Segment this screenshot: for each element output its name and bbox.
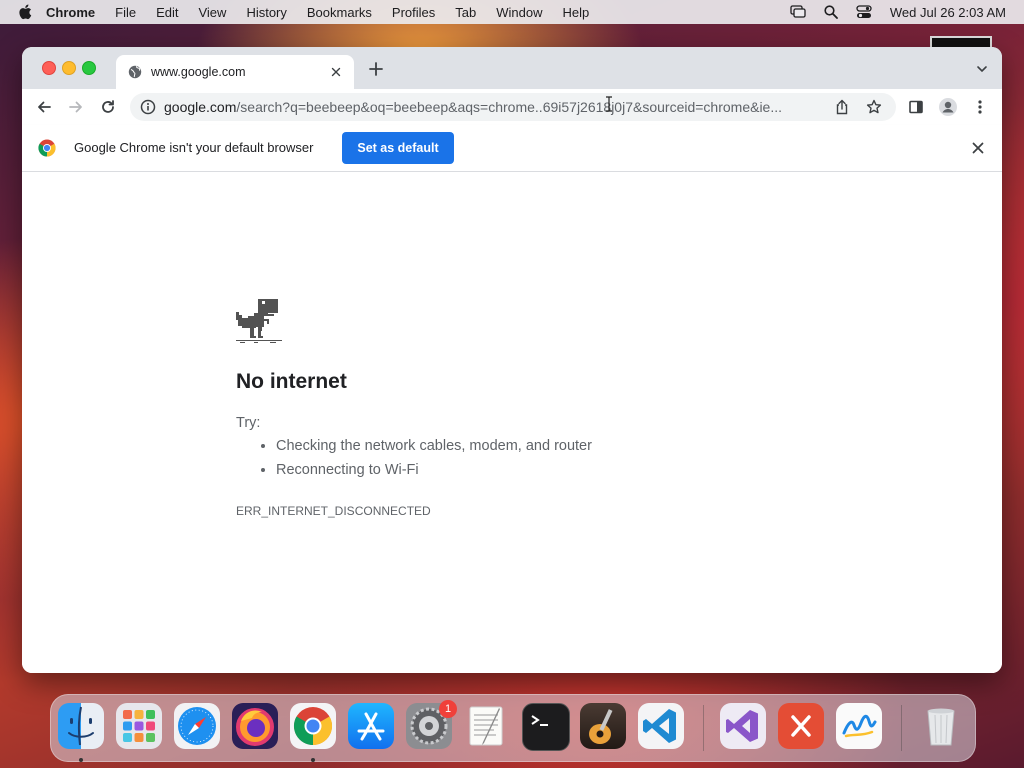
menu-bookmarks[interactable]: Bookmarks (307, 5, 372, 20)
menu-edit[interactable]: Edit (156, 5, 178, 20)
garageband-icon[interactable] (580, 703, 626, 749)
tab-google[interactable]: www.google.com (116, 55, 354, 89)
textedit-icon[interactable] (464, 703, 510, 749)
menu-tab[interactable]: Tab (455, 5, 476, 20)
error-heading: No internet (236, 370, 347, 393)
tab-strip: www.google.com (22, 47, 1002, 89)
menu-window[interactable]: Window (496, 5, 542, 20)
running-indicator (311, 758, 315, 762)
visual-studio-icon[interactable] (720, 703, 766, 749)
menu-history[interactable]: History (246, 5, 286, 20)
zoom-window-button[interactable] (82, 61, 96, 75)
default-browser-infobar: Google Chrome isn't your default browser… (22, 125, 1002, 172)
launchpad-icon[interactable] (116, 703, 162, 749)
menu-help[interactable]: Help (563, 5, 590, 20)
suggestion-item: Reconnecting to Wi-Fi (276, 458, 592, 482)
finder-icon[interactable] (58, 703, 104, 749)
minimize-window-button[interactable] (62, 61, 76, 75)
menu-profiles[interactable]: Profiles (392, 5, 435, 20)
app-store-icon[interactable] (348, 703, 394, 749)
url-path: /search?q=beebeep&oq=beebeep&aqs=chrome.… (236, 99, 783, 115)
tab-title: www.google.com (151, 65, 246, 79)
bookmark-star-icon[interactable] (866, 99, 882, 115)
reload-icon (102, 100, 114, 113)
profile-button[interactable] (938, 97, 958, 117)
chrome-icon[interactable] (290, 703, 336, 749)
menu-file[interactable]: File (115, 5, 136, 20)
globe-icon (128, 65, 142, 79)
reload-button[interactable] (98, 97, 118, 117)
infobar-message: Google Chrome isn't your default browser (74, 140, 314, 155)
plus-icon (369, 62, 383, 76)
screen-mirroring-icon[interactable] (790, 5, 806, 19)
set-as-default-button[interactable]: Set as default (342, 132, 454, 164)
menu-clock[interactable]: Wed Jul 26 2:03 AM (890, 5, 1006, 20)
back-button[interactable] (34, 97, 54, 117)
url-text[interactable]: google.com/search?q=beebeep&oq=beebeep&a… (164, 99, 824, 115)
vscode-icon[interactable] (638, 703, 684, 749)
address-bar[interactable]: google.com/search?q=beebeep&oq=beebeep&a… (130, 93, 896, 121)
chrome-logo-icon (38, 139, 56, 157)
share-icon[interactable] (834, 99, 850, 115)
side-panel-icon (909, 100, 923, 114)
notification-badge: 1 (439, 700, 457, 718)
try-label: Try: (236, 415, 261, 431)
chrome-window: www.google.com google.com/search?q=beebe… (22, 47, 1002, 673)
firefox-icon[interactable] (232, 703, 278, 749)
site-info-icon[interactable] (140, 99, 156, 115)
tab-search-chevron-icon[interactable] (976, 63, 988, 75)
offline-dino-icon (236, 299, 282, 343)
side-panel-button[interactable] (906, 97, 926, 117)
close-window-button[interactable] (42, 61, 56, 75)
apple-menu-icon[interactable] (18, 4, 32, 20)
text-cursor-icon (606, 96, 612, 112)
dock-separator (703, 705, 704, 751)
error-code: ERR_INTERNET_DISCONNECTED (236, 504, 431, 518)
close-infobar-icon[interactable] (970, 140, 986, 156)
freeform-icon[interactable] (836, 703, 882, 749)
new-tab-button[interactable] (366, 60, 386, 80)
control-center-icon[interactable] (856, 5, 872, 19)
terminal-icon[interactable] (522, 703, 570, 751)
running-indicator (79, 758, 83, 762)
menu-app-name[interactable]: Chrome (46, 5, 95, 20)
chrome-menu-button[interactable] (970, 97, 990, 117)
dock: 1 (50, 694, 976, 762)
arrow-left-icon (38, 101, 51, 113)
menu-view[interactable]: View (198, 5, 226, 20)
forward-button[interactable] (66, 97, 86, 117)
error-page: No internet Try: Checking the network ca… (22, 172, 1002, 673)
arrow-right-icon (69, 101, 82, 113)
more-vertical-icon (978, 100, 982, 114)
browser-toolbar: google.com/search?q=beebeep&oq=beebeep&a… (22, 89, 1002, 125)
remote-desktop-icon[interactable] (778, 703, 824, 749)
suggestions-list: Checking the network cables, modem, and … (236, 434, 592, 482)
profile-avatar-icon (939, 98, 957, 116)
close-tab-icon[interactable] (328, 64, 344, 80)
dock-separator (901, 705, 902, 751)
url-host: google.com (164, 99, 237, 115)
trash-icon[interactable] (918, 703, 964, 749)
menu-bar: Chrome File Edit View History Bookmarks … (0, 0, 1024, 24)
safari-icon[interactable] (174, 703, 220, 749)
spotlight-search-icon[interactable] (824, 5, 838, 19)
suggestion-item: Checking the network cables, modem, and … (276, 434, 592, 458)
